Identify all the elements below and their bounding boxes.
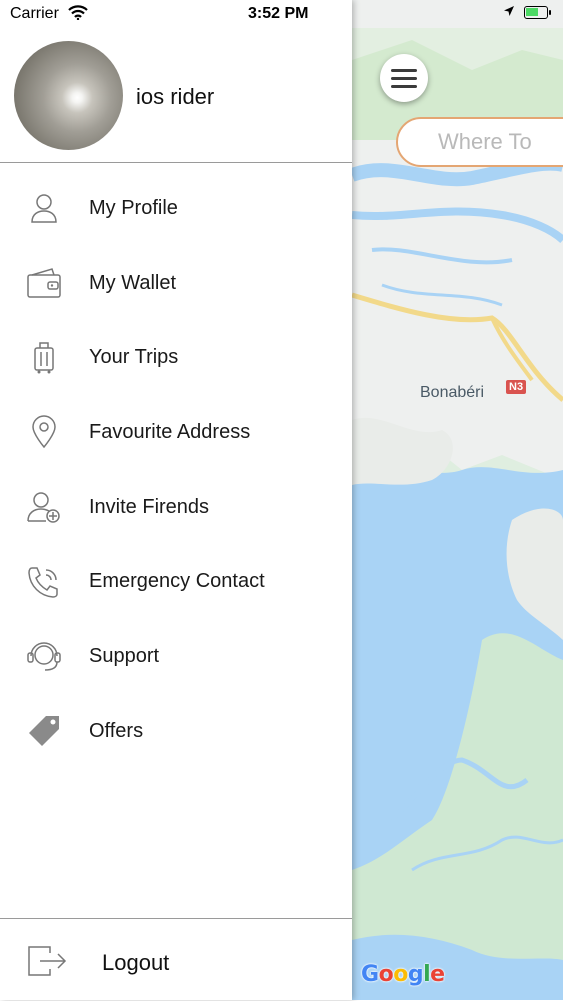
logout-button[interactable]: Logout <box>0 918 352 1001</box>
menu-item-invite-friends[interactable]: Invite Firends <box>0 470 352 545</box>
place-label: Bonabéri <box>420 384 485 401</box>
location-pin-icon <box>26 414 62 450</box>
add-user-icon <box>26 489 62 525</box>
luggage-icon <box>26 340 62 376</box>
tag-icon <box>26 713 62 749</box>
map-view[interactable]: Where To Bonabéri N3 Google <box>352 0 563 1000</box>
menu-item-my-profile[interactable]: My Profile <box>0 171 352 246</box>
menu-item-label: My Wallet <box>89 271 177 294</box>
menu-item-label: Emergency Contact <box>89 570 265 593</box>
menu-item-emergency-contact[interactable]: Emergency Contact <box>0 544 352 619</box>
hamburger-menu-button[interactable] <box>380 54 428 102</box>
hamburger-icon <box>391 64 417 93</box>
menu-list: My Profile My Wallet Your Trips Favourit… <box>0 171 352 769</box>
menu-item-label: Support <box>89 644 160 667</box>
status-bar: Carrier 3:52 PM <box>0 0 563 28</box>
avatar[interactable] <box>14 41 123 150</box>
side-drawer: ios rider My Profile My Wallet Your Trip… <box>0 0 352 1000</box>
menu-item-offers[interactable]: Offers <box>0 694 352 769</box>
menu-item-label: Your Trips <box>89 346 179 369</box>
menu-item-label: Favourite Address <box>89 420 251 443</box>
battery-icon <box>524 6 551 19</box>
clock: 3:52 PM <box>248 5 309 22</box>
menu-item-label: Invite Firends <box>89 495 210 518</box>
google-logo[interactable]: Google <box>361 962 445 987</box>
location-arrow-icon <box>503 4 515 20</box>
user-name: ios rider <box>136 84 215 109</box>
wallet-icon <box>26 265 62 301</box>
menu-item-my-wallet[interactable]: My Wallet <box>0 246 352 321</box>
road-badge: N3 <box>506 380 527 394</box>
headset-icon <box>26 638 62 674</box>
menu-item-your-trips[interactable]: Your Trips <box>0 320 352 395</box>
where-to-search-field[interactable]: Where To <box>396 117 563 167</box>
person-icon <box>26 190 62 226</box>
logout-icon <box>26 943 68 979</box>
where-to-placeholder: Where To <box>438 129 532 154</box>
menu-item-support[interactable]: Support <box>0 619 352 694</box>
menu-item-label: My Profile <box>89 196 178 219</box>
phone-call-icon <box>26 564 62 600</box>
wifi-icon <box>68 5 88 24</box>
profile-header[interactable]: ios rider <box>0 28 352 163</box>
carrier-label: Carrier <box>10 5 59 22</box>
logout-label: Logout <box>102 950 170 975</box>
menu-item-label: Offers <box>89 719 144 742</box>
menu-item-favourite-address[interactable]: Favourite Address <box>0 395 352 470</box>
